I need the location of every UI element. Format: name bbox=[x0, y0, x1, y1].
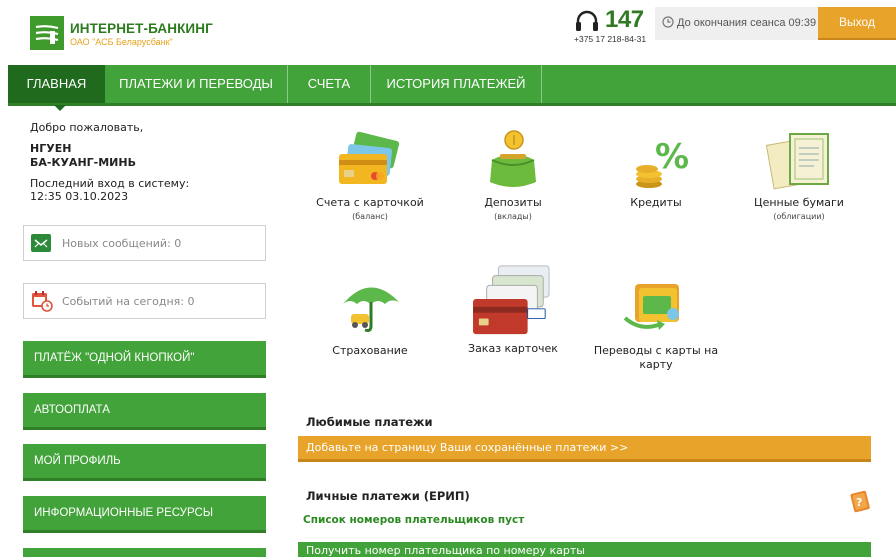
service-card-insurance[interactable]: Страхование bbox=[300, 274, 440, 358]
service-subtitle: (баланс) bbox=[352, 212, 388, 221]
svg-text:?: ? bbox=[856, 496, 862, 509]
hotline-phone: +375 17 218-84-31 bbox=[574, 34, 647, 44]
events-label: Событий на сегодня: 0 bbox=[62, 295, 195, 308]
session-timer: До окончания сеанса 09:39 bbox=[655, 7, 818, 40]
info-resources-button[interactable]: ИНФОРМАЦИОННЫЕ РЕСУРСЫ bbox=[23, 496, 266, 533]
header: ИНТЕРНЕТ-БАНКИНГ ОАО "АСБ Беларусбанк" 1… bbox=[0, 0, 896, 64]
service-title: Депозиты bbox=[484, 196, 542, 209]
payers-empty-message: Список номеров плательщиков пуст bbox=[303, 514, 525, 526]
hotline-number: 147 bbox=[605, 6, 644, 33]
messages-label: Новых сообщений: 0 bbox=[62, 237, 182, 250]
service-title: Переводы с карты на карту bbox=[593, 344, 719, 371]
logout-button[interactable]: Выход bbox=[818, 7, 896, 40]
last-login-time: 12:35 03.10.2023 bbox=[30, 190, 129, 203]
percent-coins-icon: % bbox=[636, 137, 689, 188]
get-payer-number-link[interactable]: Получить номер плательщика по номеру кар… bbox=[298, 542, 871, 557]
service-card-accounts[interactable]: Счета с карточкой (баланс) bbox=[300, 130, 440, 221]
brand-subtitle: ОАО "АСБ Беларусбанк" bbox=[70, 37, 173, 47]
favorite-payments-title: Любимые платежи bbox=[306, 415, 433, 429]
service-subtitle: (вклады) bbox=[494, 212, 532, 221]
session-text: До окончания сеанса 09:39 bbox=[677, 17, 817, 29]
main-nav: ГЛАВНАЯ ПЛАТЕЖИ И ПЕРЕВОДЫ СЧЕТА ИСТОРИЯ… bbox=[8, 65, 896, 111]
service-card-deposits[interactable]: Депозиты (вклады) bbox=[443, 130, 583, 221]
sidebar-button-partial[interactable] bbox=[23, 548, 266, 557]
headset-icon bbox=[576, 10, 598, 31]
certificates-icon bbox=[765, 133, 829, 190]
logo-icon bbox=[30, 16, 64, 50]
last-login-label: Последний вход в систему: bbox=[30, 177, 190, 190]
service-subtitle: (облигации) bbox=[773, 212, 825, 221]
card-transfer-icon bbox=[623, 284, 679, 330]
nav-tab-history[interactable]: ИСТОРИЯ ПЛАТЕЖЕЙ bbox=[371, 65, 542, 103]
service-title: Кредиты bbox=[630, 196, 682, 209]
user-name-line2: БА-КУАНГ-МИНЬ bbox=[30, 156, 136, 169]
user-name-line1: НГУЕН bbox=[30, 142, 72, 155]
clock-icon bbox=[662, 16, 674, 28]
nav-tab-payments[interactable]: ПЛАТЕЖИ И ПЕРЕВОДЫ bbox=[105, 65, 288, 103]
envelope-icon bbox=[31, 234, 51, 252]
messages-box[interactable]: Новых сообщений: 0 bbox=[23, 225, 266, 261]
brand-title: ИНТЕРНЕТ-БАНКИНГ bbox=[70, 21, 213, 36]
bank-logo[interactable] bbox=[30, 16, 64, 50]
events-box[interactable]: Событий на сегодня: 0 bbox=[23, 283, 266, 319]
welcome-text: Добро пожаловать, bbox=[30, 121, 144, 134]
card-stack-icon bbox=[473, 265, 550, 335]
help-book-icon[interactable]: ? bbox=[849, 489, 871, 513]
cards-icon bbox=[339, 131, 400, 184]
service-title: Счета с карточкой bbox=[316, 196, 424, 209]
service-title: Страхование bbox=[332, 344, 408, 357]
calendar-icon bbox=[32, 291, 53, 312]
svg-text:%: % bbox=[655, 137, 689, 177]
nav-tab-home[interactable]: ГЛАВНАЯ bbox=[8, 65, 105, 111]
service-card-securities[interactable]: Ценные бумаги (облигации) bbox=[729, 130, 869, 221]
my-profile-button[interactable]: МОЙ ПРОФИЛЬ bbox=[23, 444, 266, 481]
umbrella-car-icon bbox=[343, 287, 399, 332]
service-title: Заказ карточек bbox=[468, 342, 558, 355]
personal-payments-title: Личные платежи (ЕРИП) bbox=[306, 489, 470, 503]
autopay-button[interactable]: АВТООПЛАТА bbox=[23, 393, 266, 430]
service-title: Ценные бумаги bbox=[754, 196, 844, 209]
nav-tab-accounts[interactable]: СЧЕТА bbox=[288, 65, 371, 103]
service-card-card-transfer[interactable]: Переводы с карты на карту bbox=[586, 274, 726, 372]
user-name: НГУЕН БА-КУАНГ-МИНЬ bbox=[30, 142, 136, 170]
one-click-payment-button[interactable]: ПЛАТЁЖ "ОДНОЙ КНОПКОЙ" bbox=[23, 341, 266, 378]
add-saved-payments-link[interactable]: Добавьте на страницу Ваши сохранённые пл… bbox=[298, 436, 871, 462]
service-card-order-cards[interactable]: Заказ карточек bbox=[443, 262, 583, 356]
service-card-credits[interactable]: % Кредиты bbox=[586, 130, 726, 210]
wallet-icon bbox=[490, 130, 536, 187]
